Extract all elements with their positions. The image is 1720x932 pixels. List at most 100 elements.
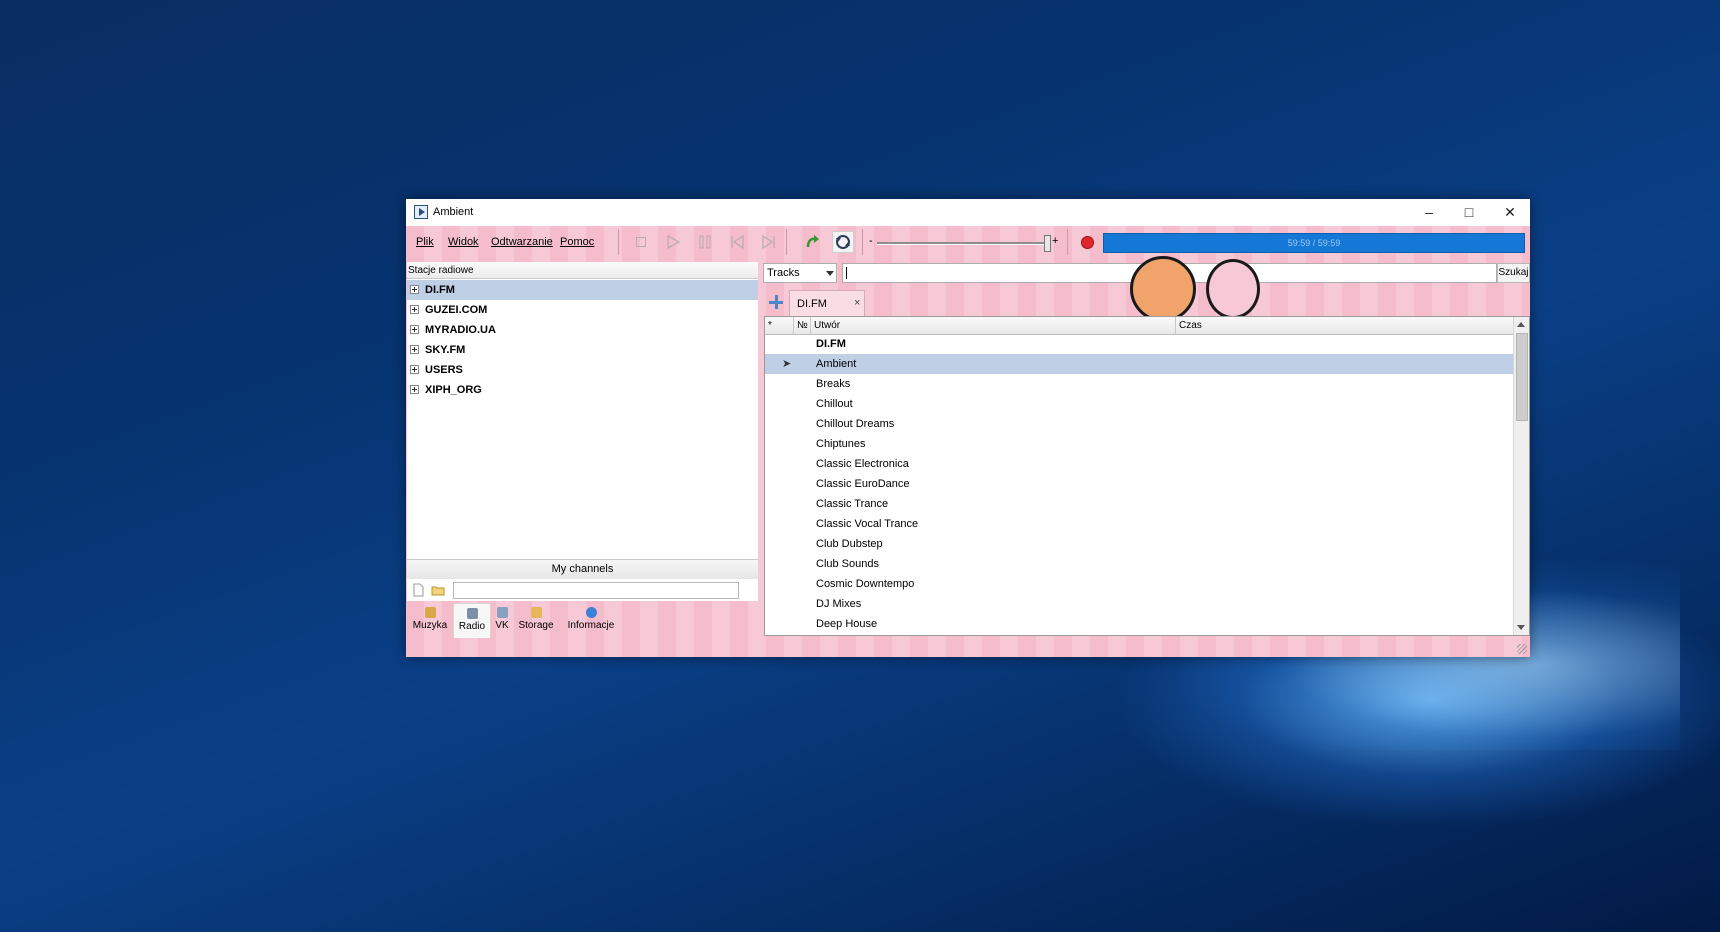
column-header-title[interactable]: Utwór	[811, 317, 1176, 334]
column-header-time[interactable]: Czas	[1176, 317, 1513, 334]
next-icon[interactable]	[761, 234, 777, 250]
radio-stations-header: Stacje radiowe	[407, 262, 758, 279]
menu-odtwarzanie[interactable]: Odtwarzanie	[491, 236, 553, 248]
playlist-row[interactable]: Classic Electronica	[765, 454, 1513, 474]
tab-label: VK	[495, 620, 509, 631]
maximize-button[interactable]: □	[1449, 199, 1489, 226]
track-title: Breaks	[816, 378, 851, 390]
radio-icon	[466, 608, 478, 619]
play-icon[interactable]	[665, 234, 681, 250]
playlist-row[interactable]: Breaks	[765, 374, 1513, 394]
playlist-row[interactable]: Club Sounds	[765, 554, 1513, 574]
tab-radio[interactable]: Radio	[453, 603, 491, 638]
minimize-button[interactable]: –	[1409, 199, 1449, 226]
station-group-label: SKY.FM	[425, 344, 466, 356]
column-header-number[interactable]: №	[794, 317, 811, 334]
station-group-label: DI.FM	[425, 284, 455, 296]
station-group-myradio[interactable]: MYRADIO.UA	[407, 320, 758, 340]
playlist-row[interactable]: Chillout	[765, 394, 1513, 414]
my-channels-bar[interactable]: My channels	[407, 559, 758, 579]
search-scope-select[interactable]: Tracks	[763, 263, 837, 283]
track-title: Chillout Dreams	[816, 418, 895, 430]
close-icon[interactable]: ×	[854, 297, 860, 309]
tab-muzyka[interactable]: Muzyka	[410, 603, 450, 637]
station-group-difm[interactable]: DI.FM	[407, 280, 758, 300]
expand-icon[interactable]	[410, 385, 419, 394]
scroll-down-icon[interactable]	[1517, 625, 1525, 630]
folder-icon[interactable]	[431, 583, 445, 597]
expand-icon[interactable]	[410, 305, 419, 314]
menu-plik[interactable]: Plik	[416, 236, 434, 248]
station-group-xiph[interactable]: XIPH_ORG	[407, 380, 758, 400]
station-group-users[interactable]: USERS	[407, 360, 758, 380]
storage-icon	[530, 607, 542, 618]
tab-vk[interactable]: VK	[492, 603, 512, 637]
stop-icon[interactable]	[633, 234, 649, 250]
previous-icon[interactable]	[729, 234, 745, 250]
column-header-star[interactable]: *	[765, 317, 794, 334]
app-icon	[414, 205, 428, 219]
playlist-row[interactable]: Cosmic Downtempo	[765, 574, 1513, 594]
scrollbar-thumb[interactable]	[1516, 333, 1528, 421]
tab-storage[interactable]: Storage	[516, 603, 556, 637]
vk-icon	[496, 607, 508, 618]
expand-icon[interactable]	[410, 365, 419, 374]
playlist-row[interactable]: Deep House	[765, 614, 1513, 634]
chevron-down-icon	[826, 271, 834, 276]
track-title: Cosmic Downtempo	[816, 578, 915, 590]
music-icon	[424, 607, 436, 618]
playlist-row[interactable]: ➤ Ambient	[765, 354, 1513, 374]
new-file-icon[interactable]	[411, 583, 425, 597]
repeat-icon[interactable]	[832, 231, 854, 253]
file-path-bar	[407, 580, 758, 601]
tab-informacje[interactable]: Informacje	[563, 603, 619, 637]
track-title: Classic EuroDance	[816, 478, 910, 490]
playlist-row[interactable]: Classic Trance	[765, 494, 1513, 514]
playlist-row[interactable]: Club Dubstep	[765, 534, 1513, 554]
path-input[interactable]	[453, 582, 739, 599]
playlist-group-row[interactable]: DI.FM	[765, 334, 1513, 354]
playlist-row[interactable]: Classic Vocal Trance	[765, 514, 1513, 534]
scroll-up-icon[interactable]	[1517, 322, 1525, 327]
toolbar-separator	[786, 229, 787, 255]
playlist-row[interactable]: Chillout Dreams	[765, 414, 1513, 434]
playlist-scrollbar[interactable]	[1513, 317, 1529, 635]
menu-widok[interactable]: Widok	[448, 236, 479, 248]
tab-label: Muzyka	[412, 620, 448, 631]
menu-pomoc[interactable]: Pomoc	[560, 236, 594, 248]
station-group-skyfm[interactable]: SKY.FM	[407, 340, 758, 360]
radio-stations-panel: Stacje radiowe DI.FM GUZEI.COM MYRADIO.U…	[407, 262, 758, 582]
track-title: Classic Vocal Trance	[816, 518, 919, 530]
pause-icon[interactable]	[697, 234, 713, 250]
record-icon[interactable]	[1082, 237, 1093, 248]
playback-progress[interactable]: 59:59 / 59:59	[1103, 233, 1525, 253]
station-group-label: USERS	[425, 364, 463, 376]
track-title: Club Sounds	[816, 558, 879, 570]
add-tab-icon[interactable]	[769, 295, 783, 309]
playlist-tab-label: DI.FM	[797, 298, 827, 310]
refresh-icon[interactable]	[804, 234, 820, 250]
resize-grip-icon[interactable]	[1517, 644, 1527, 654]
info-icon	[585, 607, 597, 618]
playlist-row[interactable]: Classic EuroDance	[765, 474, 1513, 494]
expand-icon[interactable]	[410, 285, 419, 294]
toolbar-separator	[1067, 229, 1068, 255]
track-title: Classic Trance	[816, 498, 889, 510]
playlist-row[interactable]: Chiptunes	[765, 434, 1513, 454]
tab-label: Radio	[458, 621, 486, 632]
expand-icon[interactable]	[410, 325, 419, 334]
playlist-tab-difm[interactable]: DI.FM ×	[789, 290, 865, 316]
track-title: DJ Mixes	[816, 598, 862, 610]
expand-icon[interactable]	[410, 345, 419, 354]
toolbar-separator	[618, 229, 619, 255]
title-bar[interactable]: Ambient – □ ✕	[406, 199, 1530, 226]
volume-thumb[interactable]	[1044, 235, 1051, 252]
station-group-label: XIPH_ORG	[425, 384, 482, 396]
playlist-row[interactable]: DJ Mixes	[765, 594, 1513, 614]
track-title: Ambient	[816, 358, 857, 370]
volume-slider[interactable]: - +	[869, 234, 1059, 252]
close-button[interactable]: ✕	[1490, 199, 1530, 226]
app-window: Ambient – □ ✕ Plik Widok Odtwarzanie Pom…	[406, 199, 1530, 657]
station-group-guzei[interactable]: GUZEI.COM	[407, 300, 758, 320]
search-button[interactable]: Szukaj	[1497, 263, 1530, 283]
